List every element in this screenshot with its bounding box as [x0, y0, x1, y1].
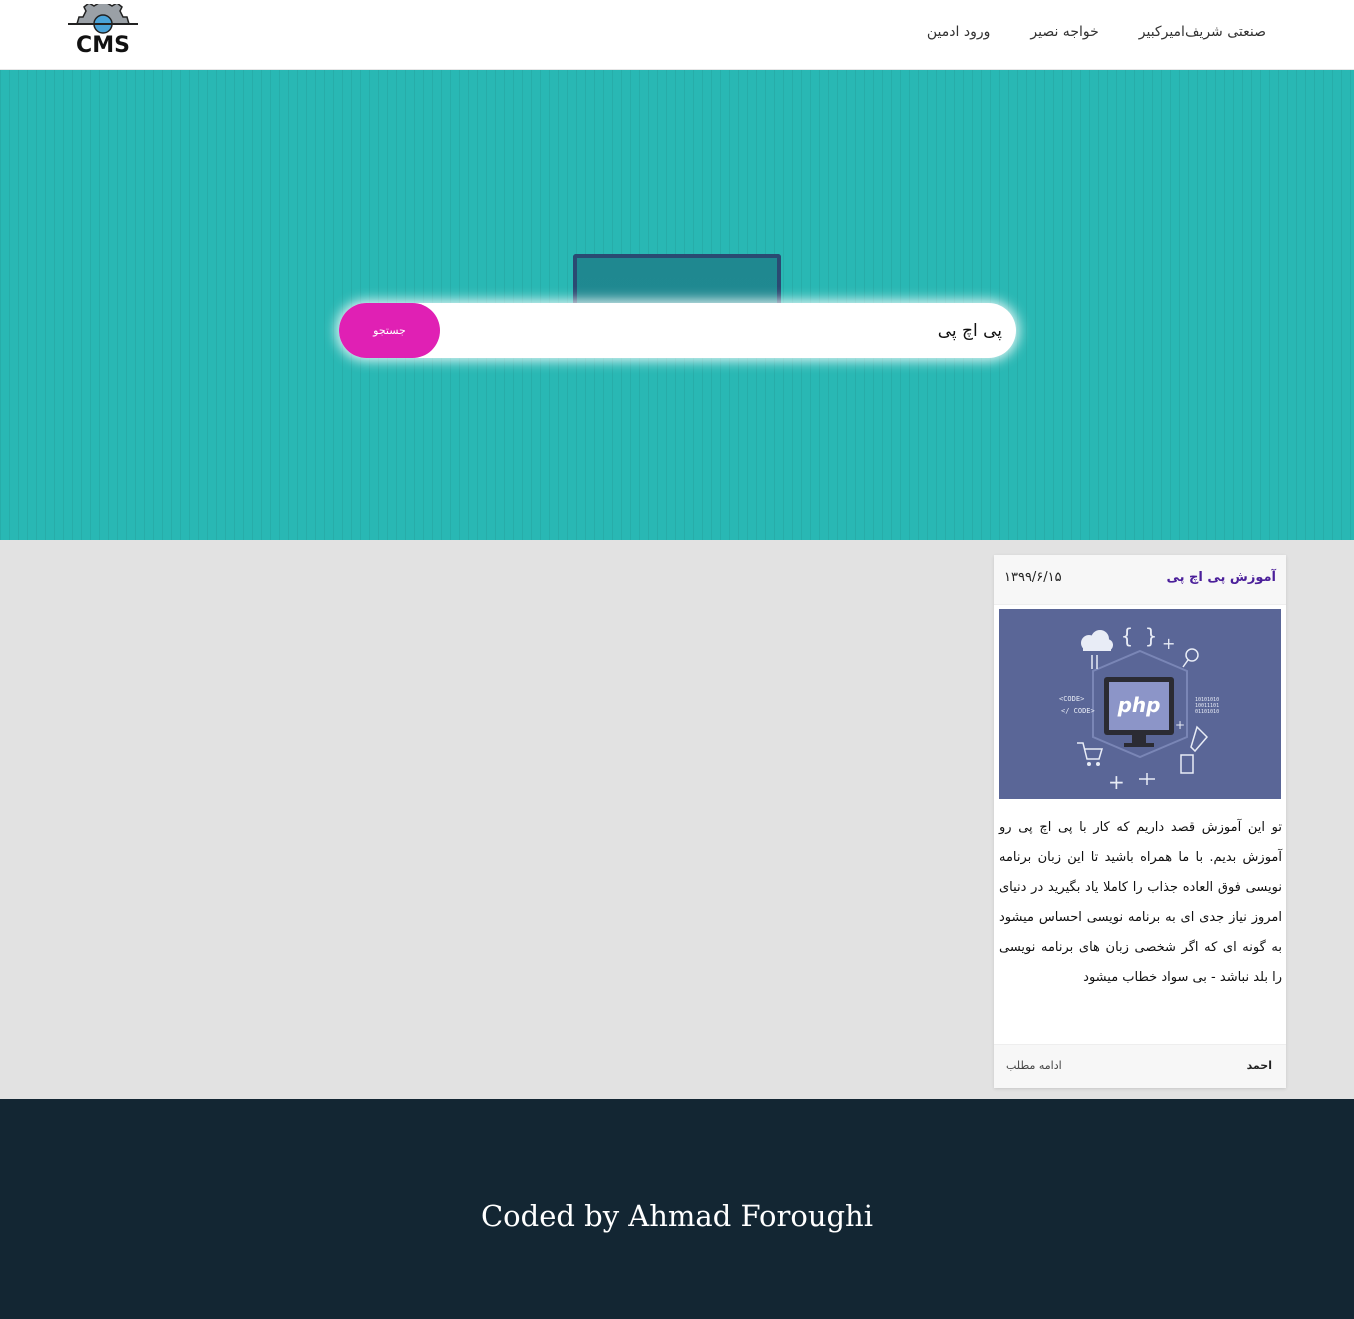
svg-text:01101010: 01101010 [1195, 709, 1219, 715]
svg-text:<CODE>: <CODE> [1059, 695, 1084, 703]
navbar: CMS صنعتی شریف امیرکبیر خواجه نصیر ورود … [0, 0, 1354, 70]
svg-text:+: + [1162, 634, 1175, 653]
php-illustration: { } + <CODE> </ CODE> 10101010 10011101 … [999, 609, 1281, 799]
cms-logo[interactable]: CMS [66, 0, 140, 58]
gear-icon: CMS [68, 0, 138, 58]
post-title[interactable]: آموزش پی اچ پی [1166, 570, 1276, 585]
nav-link-sharif[interactable]: صنعتی شریف [1185, 24, 1266, 40]
nav-links: صنعتی شریف امیرکبیر خواجه نصیر ورود ادمی… [887, 0, 1266, 64]
nav-link-admin-login[interactable]: ورود ادمین [927, 24, 990, 40]
svg-text:+: + [1108, 770, 1125, 794]
search-button[interactable]: جستجو [339, 303, 440, 358]
read-more-link[interactable]: ادامه مطلب [1006, 1059, 1062, 1072]
post-author: احمد [1246, 1059, 1272, 1072]
post-image: { } + <CODE> </ CODE> 10101010 10011101 … [999, 609, 1281, 799]
svg-text:+: + [1175, 718, 1185, 732]
logo-text: CMS [76, 33, 130, 58]
footer: Coded by Ahmad Foroughi [0, 1099, 1354, 1319]
post-card: آموزش پی اچ پی ۱۳۹۹/۶/۱۵ { } + <CODE> </… [994, 555, 1286, 1088]
hero-banner: جستجو [0, 70, 1354, 540]
footer-credit: Coded by Ahmad Foroughi [480, 1199, 874, 1233]
nav-link-khajenasir[interactable]: خواجه نصیر [1030, 24, 1098, 40]
post-excerpt: تو این آموزش قصد داریم که کار با پی اچ پ… [999, 820, 1282, 985]
php-label: php [1117, 693, 1161, 717]
search-input[interactable] [441, 303, 1016, 358]
post-date: ۱۳۹۹/۶/۱۵ [1004, 570, 1062, 585]
post-card-footer: احمد ادامه مطلب [994, 1044, 1286, 1088]
svg-text:{ }: { } [1121, 624, 1157, 648]
svg-text:</ CODE>: </ CODE> [1061, 707, 1095, 715]
post-card-header: آموزش پی اچ پی ۱۳۹۹/۶/۱۵ [994, 555, 1286, 605]
search-bar: جستجو [339, 303, 1016, 358]
nav-link-amirkabir[interactable]: امیرکبیر [1139, 24, 1185, 40]
